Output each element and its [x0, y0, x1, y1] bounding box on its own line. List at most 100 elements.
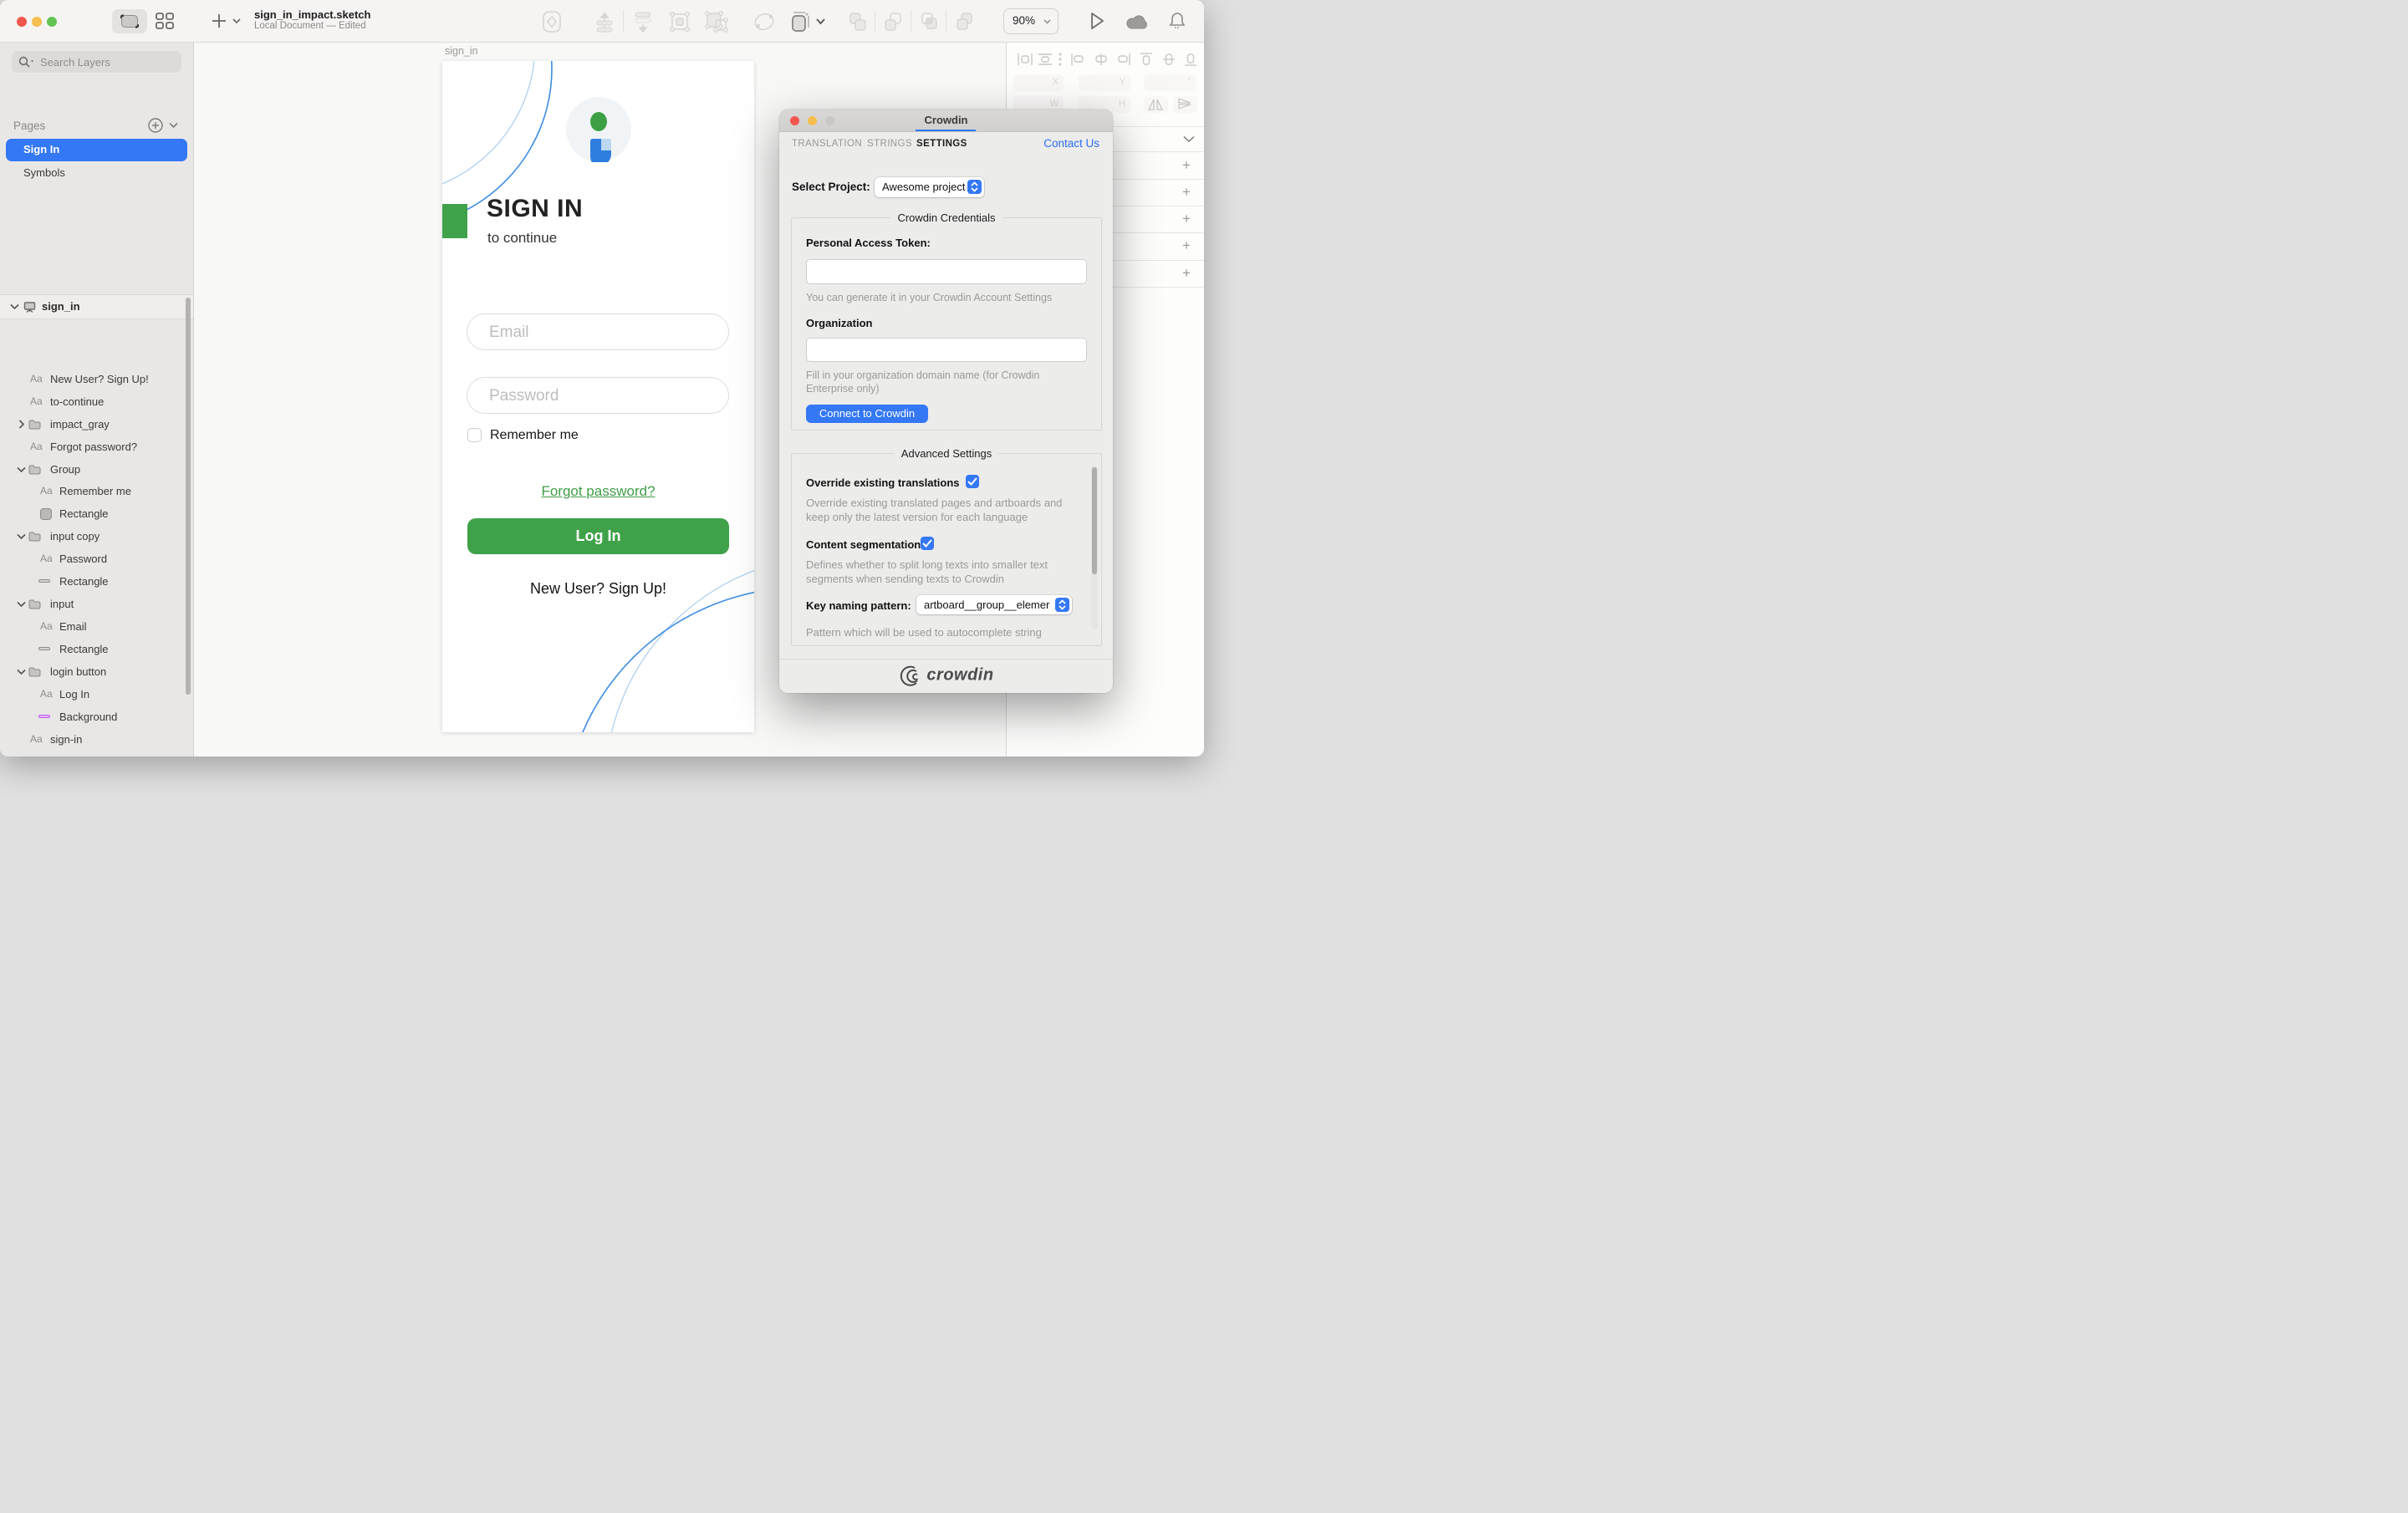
- grid-view-toggle[interactable]: [156, 13, 174, 29]
- distribute-horizontally-icon[interactable]: [1017, 53, 1033, 66]
- add-border-button[interactable]: +: [1182, 211, 1191, 227]
- chevron-down-icon[interactable]: [17, 601, 26, 608]
- ungroup-icon[interactable]: [705, 11, 728, 33]
- layer-row[interactable]: impact_gray: [0, 413, 187, 436]
- log-in-button[interactable]: Log In: [467, 518, 729, 554]
- connect-to-crowdin-button[interactable]: Connect to Crowdin: [806, 405, 928, 423]
- add-shadow-button[interactable]: +: [1182, 237, 1191, 254]
- password-placeholder: Password: [489, 387, 559, 405]
- chevron-down-icon[interactable]: [17, 466, 26, 473]
- layer-row[interactable]: AaPassword: [0, 548, 187, 570]
- sign-up-text[interactable]: New User? Sign Up!: [442, 580, 754, 598]
- add-blur-button[interactable]: +: [1182, 265, 1191, 282]
- edit-shape-icon[interactable]: [752, 11, 776, 33]
- align-top-icon[interactable]: [1140, 52, 1153, 67]
- organization-hint: Fill in your organization domain name (f…: [806, 369, 1075, 395]
- rotation-field[interactable]: °: [1144, 74, 1196, 91]
- layer-row[interactable]: AaNew User? Sign Up!: [0, 368, 187, 390]
- symbol-tool-icon[interactable]: [542, 11, 562, 33]
- organization-input[interactable]: [806, 338, 1087, 362]
- tab-strings[interactable]: STRINGS: [867, 139, 912, 149]
- remember-me-checkbox[interactable]: [467, 428, 482, 442]
- layer-row[interactable]: input: [0, 593, 187, 615]
- layer-row[interactable]: Aato-continue: [0, 390, 187, 413]
- add-fill-button[interactable]: +: [1182, 184, 1191, 201]
- select-project-label: Select Project:: [792, 181, 870, 193]
- key-pattern-dropdown[interactable]: artboard__group__elemer: [916, 595, 1072, 614]
- layer-row[interactable]: AaRemember me: [0, 480, 187, 502]
- align-left-icon[interactable]: [1070, 53, 1085, 66]
- layer-row[interactable]: AaForgot password?: [0, 436, 187, 458]
- layer-row[interactable]: AaEmail: [0, 615, 187, 638]
- layer-row[interactable]: login button: [0, 660, 187, 683]
- send-backward-icon[interactable]: [634, 11, 652, 33]
- sign-in-artboard[interactable]: SIGN IN to continue Email Password Remem…: [442, 61, 754, 732]
- cloud-share-button[interactable]: [1125, 13, 1150, 32]
- chevron-down-icon[interactable]: [10, 303, 19, 310]
- forgot-password-link[interactable]: Forgot password?: [442, 483, 754, 500]
- advanced-scrollbar-thumb[interactable]: [1092, 467, 1097, 574]
- chevron-right-icon[interactable]: [18, 420, 25, 429]
- page-item-sign-in[interactable]: Sign In: [0, 139, 193, 161]
- boolean-intersect-icon[interactable]: [919, 11, 939, 33]
- tab-settings[interactable]: SETTINGS: [916, 139, 967, 149]
- select-project-dropdown[interactable]: Awesome project: [875, 177, 984, 197]
- preview-play-button[interactable]: [1089, 11, 1105, 31]
- flip-vertical-button[interactable]: [1173, 96, 1197, 113]
- tab-translation[interactable]: TRANSLATION: [792, 139, 862, 149]
- boolean-union-icon[interactable]: [848, 11, 868, 33]
- crowdin-footer-logo: crowdin: [779, 665, 1113, 686]
- layer-row[interactable]: AaLog In: [0, 683, 187, 706]
- layer-row[interactable]: Rectangle: [0, 638, 187, 660]
- add-page-button[interactable]: [148, 118, 163, 133]
- distribute-vertically-icon[interactable]: [1037, 53, 1054, 66]
- align-bottom-icon[interactable]: [1184, 52, 1197, 67]
- layer-row[interactable]: Group: [0, 458, 187, 481]
- x-position-field[interactable]: X: [1013, 74, 1064, 91]
- artboard-group-row[interactable]: sign_in: [0, 294, 193, 319]
- insert-plus-button[interactable]: [212, 13, 227, 28]
- minimize-window-button[interactable]: [32, 17, 42, 27]
- toolbar: sign_in_impact.sketch Local Document — E…: [0, 0, 1204, 43]
- search-layers-field[interactable]: Search Layers: [12, 51, 181, 73]
- layer-row[interactable]: Rectangle: [0, 570, 187, 593]
- page-item-symbols[interactable]: Symbols: [0, 162, 193, 185]
- pages-collapse-chevron-icon[interactable]: [169, 122, 178, 129]
- insert-chevron-icon[interactable]: [232, 18, 241, 24]
- email-field[interactable]: Email: [467, 313, 729, 350]
- boolean-difference-icon[interactable]: [954, 11, 974, 33]
- bring-forward-icon[interactable]: [595, 11, 614, 33]
- token-input[interactable]: [806, 259, 1087, 284]
- add-style-button[interactable]: +: [1182, 157, 1191, 174]
- align-middle-vertical-icon[interactable]: [1162, 52, 1176, 67]
- chevron-down-icon[interactable]: [17, 533, 26, 540]
- section-collapse-chevron-icon[interactable]: [1183, 135, 1195, 143]
- sidebar-scrollbar[interactable]: [186, 298, 191, 695]
- zoom-level-dropdown[interactable]: 90%: [1003, 8, 1059, 34]
- align-right-icon[interactable]: [1116, 53, 1131, 66]
- group-icon[interactable]: [669, 11, 691, 33]
- override-checkbox[interactable]: [966, 475, 979, 488]
- layer-row[interactable]: Rectangle: [0, 502, 187, 525]
- boolean-subtract-icon[interactable]: [883, 11, 903, 33]
- layer-row[interactable]: Aasign-in: [0, 728, 187, 751]
- layer-row[interactable]: Rectangle: [0, 751, 187, 756]
- flip-horizontal-button[interactable]: [1144, 96, 1168, 113]
- zoom-window-button[interactable]: [47, 17, 57, 27]
- close-window-button[interactable]: [17, 17, 27, 27]
- notifications-bell-button[interactable]: [1169, 11, 1186, 31]
- layer-label: New User? Sign Up!: [50, 373, 149, 385]
- frame-tool-icon[interactable]: [790, 11, 812, 33]
- frame-tool-chevron-icon[interactable]: [816, 18, 825, 25]
- artboard-title[interactable]: sign_in: [445, 45, 478, 57]
- layer-row[interactable]: input copy: [0, 525, 187, 548]
- chevron-down-icon[interactable]: [17, 669, 26, 675]
- contact-us-link[interactable]: Contact Us: [1043, 137, 1099, 150]
- layer-row[interactable]: Background: [0, 706, 187, 728]
- align-center-horizontal-icon[interactable]: [1094, 53, 1109, 66]
- password-field[interactable]: Password: [467, 377, 729, 414]
- segmentation-checkbox[interactable]: [921, 537, 934, 550]
- more-options-icon[interactable]: [1059, 53, 1062, 66]
- y-position-field[interactable]: Y: [1079, 74, 1130, 91]
- canvas-view-toggle[interactable]: [112, 9, 147, 33]
